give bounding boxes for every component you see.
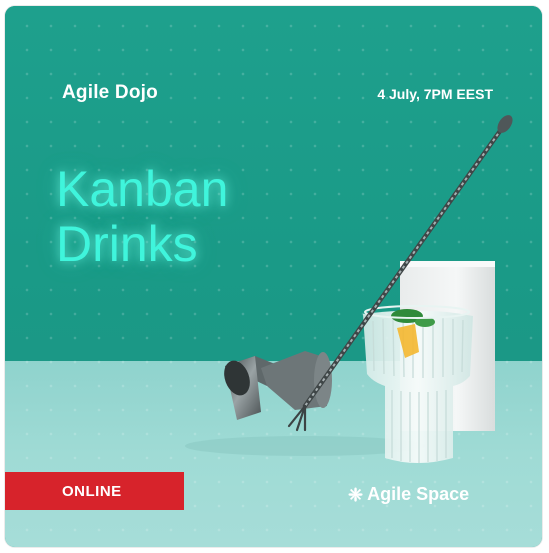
jigger <box>224 351 332 420</box>
molecule-icon: ❈ <box>348 484 364 505</box>
title-line-1: Kanban <box>56 161 229 217</box>
event-title: Kanban Drinks <box>56 162 228 272</box>
online-badge-label: ONLINE <box>62 483 122 500</box>
brand-logo: ❈ Agile Space <box>348 484 469 505</box>
organizer-label: Agile Dojo <box>62 82 158 103</box>
online-badge: ONLINE <box>5 472 184 510</box>
event-datetime: 4 July, 7PM EEST <box>377 86 493 102</box>
brand-name: Agile Space <box>367 484 470 504</box>
event-banner: Agile Dojo 4 July, 7PM EEST Kanban Drink… <box>5 6 542 547</box>
title-line-2: Drinks <box>56 216 198 272</box>
